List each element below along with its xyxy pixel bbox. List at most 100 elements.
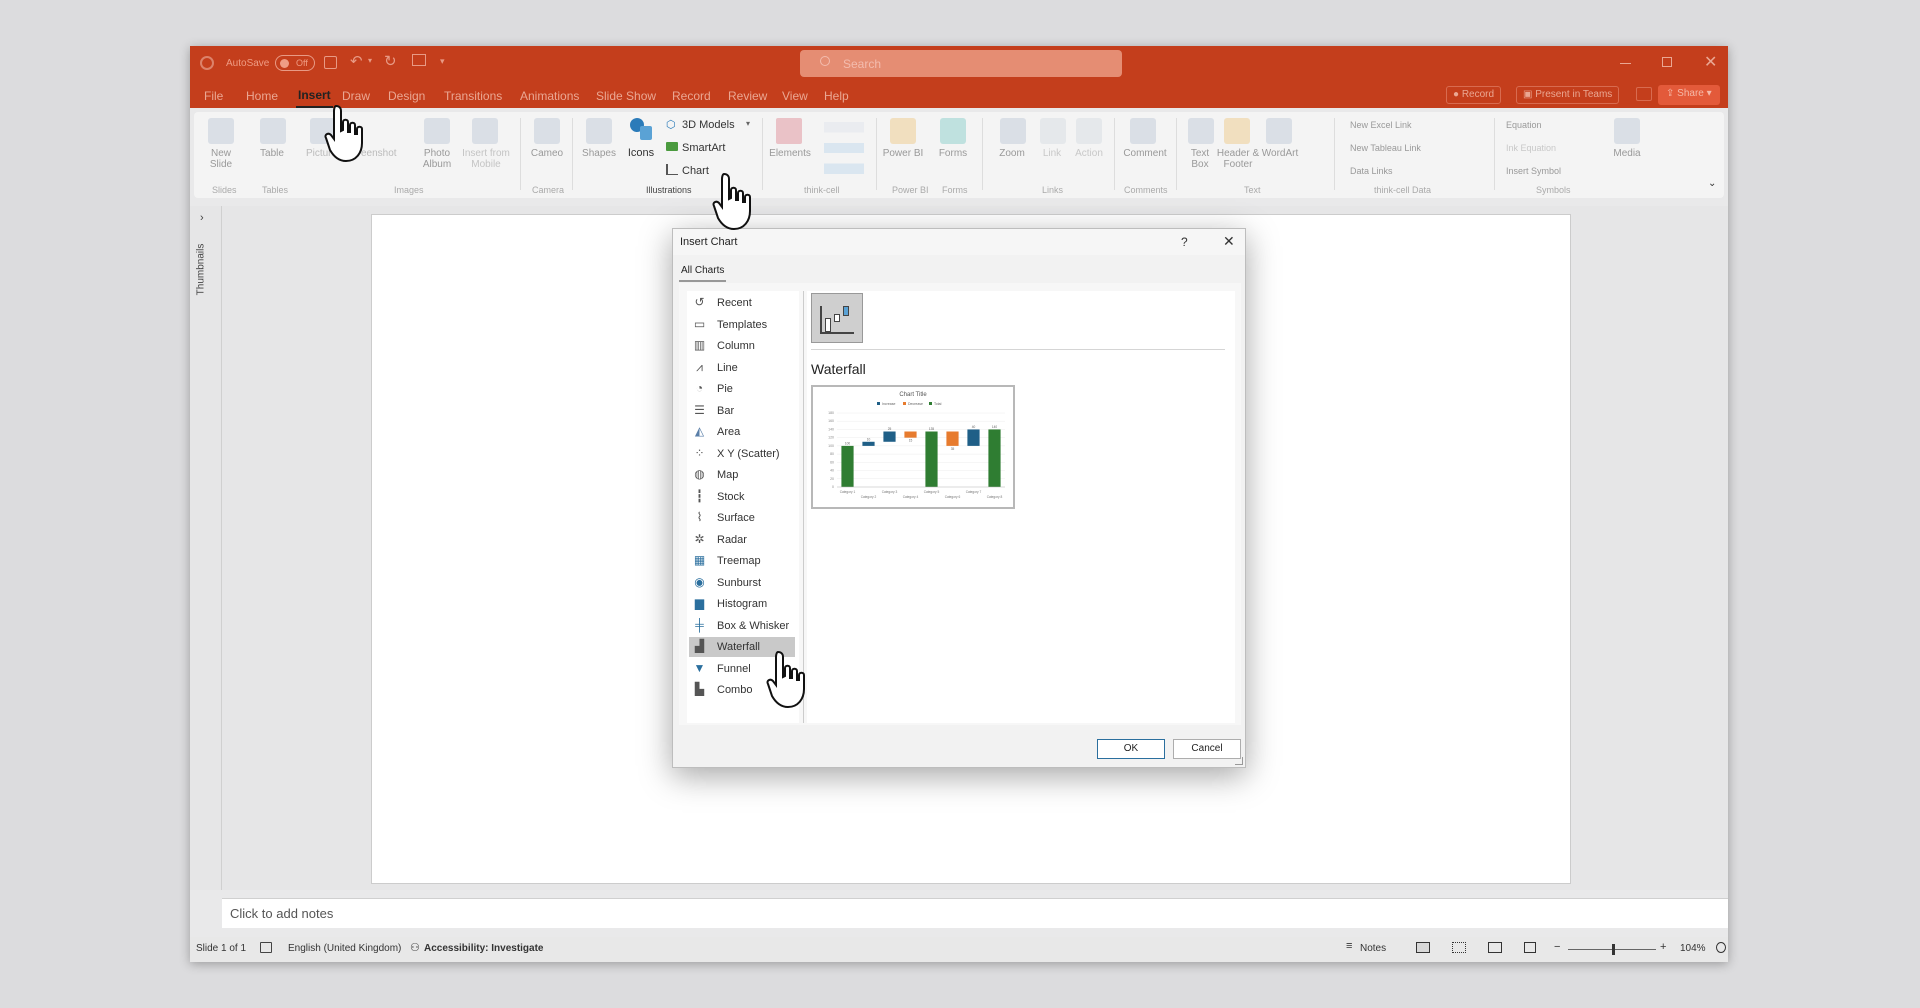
notes-pane[interactable]: Click to add notes bbox=[222, 898, 1728, 928]
maximize-icon[interactable] bbox=[1662, 57, 1672, 67]
insert-from-mobile-button[interactable]: Insert from Mobile bbox=[460, 148, 512, 170]
normal-view-icon[interactable] bbox=[1416, 942, 1430, 953]
share-button[interactable]: ⇪ Share ▾ bbox=[1658, 85, 1720, 105]
chart-type-stock[interactable]: ┇ Stock bbox=[689, 487, 795, 507]
chart-type-box-whisker[interactable]: ╪ Box & Whisker bbox=[689, 616, 795, 636]
chart-type-column[interactable]: ▥ Column bbox=[689, 336, 795, 356]
think-cell-tools-icon[interactable] bbox=[824, 122, 864, 174]
slide-sorter-icon[interactable] bbox=[1452, 942, 1466, 953]
smartart-button[interactable]: SmartArt bbox=[682, 142, 725, 154]
chart-type-surface[interactable]: ⌇ Surface bbox=[689, 508, 795, 528]
zoom-level[interactable]: 104% bbox=[1680, 943, 1706, 954]
ink-equation-button[interactable]: Ink Equation bbox=[1506, 143, 1556, 153]
shapes-button[interactable]: Shapes bbox=[578, 148, 620, 159]
header-footer-button[interactable]: Header & Footer bbox=[1216, 148, 1260, 170]
chart-type-bar[interactable]: ☰ Bar bbox=[689, 401, 795, 421]
tab-review[interactable]: Review bbox=[728, 89, 767, 103]
insert-symbol-button[interactable]: Insert Symbol bbox=[1506, 166, 1561, 176]
chart-type-scatter[interactable]: ⁘ X Y (Scatter) bbox=[689, 444, 795, 464]
new-excel-link-button[interactable]: New Excel Link bbox=[1350, 120, 1412, 130]
accessibility-icon[interactable]: ⚇ bbox=[410, 941, 420, 954]
tab-design[interactable]: Design bbox=[388, 89, 425, 103]
redo-icon[interactable]: ↻ bbox=[384, 52, 397, 70]
3d-models-dropdown-icon[interactable]: ▾ bbox=[746, 119, 750, 128]
zoom-out-icon[interactable]: − bbox=[1554, 941, 1560, 953]
resize-grip-icon[interactable] bbox=[1235, 757, 1243, 765]
thumbnails-label[interactable]: Thumbnails bbox=[195, 244, 206, 296]
wordart-button[interactable]: WordArt bbox=[1260, 148, 1300, 159]
chart-type-histogram[interactable]: ▆ Histogram bbox=[689, 594, 795, 614]
table-button[interactable]: Table bbox=[252, 148, 292, 159]
fit-slide-icon[interactable] bbox=[1716, 942, 1726, 953]
help-button[interactable]: ? bbox=[1181, 235, 1188, 249]
close-window-icon[interactable]: ✕ bbox=[1704, 52, 1717, 72]
undo-dropdown-icon[interactable]: ▾ bbox=[368, 56, 372, 65]
collapse-ribbon-icon[interactable]: ⌄ bbox=[1708, 178, 1716, 189]
ok-button[interactable]: OK bbox=[1097, 739, 1165, 759]
text-box-button[interactable]: Text Box bbox=[1184, 148, 1216, 170]
tab-animations[interactable]: Animations bbox=[520, 89, 579, 103]
elements-button[interactable]: Elements bbox=[768, 148, 812, 159]
forms-button[interactable]: Forms bbox=[932, 148, 974, 159]
action-button[interactable]: Action bbox=[1070, 148, 1108, 159]
present-from-start-icon[interactable] bbox=[412, 54, 426, 66]
accessibility-status[interactable]: Accessibility: Investigate bbox=[424, 943, 544, 954]
close-dialog-icon[interactable]: ✕ bbox=[1223, 233, 1235, 250]
chart-type-recent[interactable]: ↺ Recent bbox=[689, 293, 795, 313]
zoom-button[interactable]: Zoom bbox=[990, 148, 1034, 159]
expand-thumbnails-icon[interactable]: › bbox=[200, 212, 204, 224]
customize-toolbar-icon[interactable]: ▾ bbox=[440, 56, 445, 67]
new-slide-button[interactable]: New Slide bbox=[202, 148, 240, 170]
tab-view[interactable]: View bbox=[782, 89, 808, 103]
record-button[interactable]: ● Record bbox=[1446, 86, 1502, 104]
chart-type-pie[interactable]: ◔ Pie bbox=[689, 379, 795, 399]
minimize-icon[interactable] bbox=[1620, 63, 1631, 64]
tab-draw[interactable]: Draw bbox=[342, 89, 370, 103]
reading-view-icon[interactable] bbox=[1488, 942, 1502, 953]
media-button[interactable]: Media bbox=[1606, 148, 1648, 159]
comment-button[interactable]: Comment bbox=[1120, 148, 1170, 159]
notes-toggle-icon[interactable]: ≡ bbox=[1346, 940, 1352, 952]
new-tableau-link-button[interactable]: New Tableau Link bbox=[1350, 143, 1421, 153]
chart-type-treemap[interactable]: ▦ Treemap bbox=[689, 551, 795, 571]
chart-type-sunburst[interactable]: ◉ Sunburst bbox=[689, 573, 795, 593]
cancel-button[interactable]: Cancel bbox=[1173, 739, 1241, 759]
cameo-button[interactable]: Cameo bbox=[526, 148, 568, 159]
chart-type-line[interactable]: ⩘ Line bbox=[689, 358, 795, 378]
tab-record[interactable]: Record bbox=[672, 89, 711, 103]
chart-type-area[interactable]: ◭ Area bbox=[689, 422, 795, 442]
zoom-in-icon[interactable]: + bbox=[1660, 941, 1666, 953]
data-links-button[interactable]: Data Links bbox=[1350, 166, 1393, 176]
ribbon-separator bbox=[1176, 118, 1177, 190]
notes-toggle-button[interactable]: Notes bbox=[1360, 943, 1386, 954]
language-status[interactable]: English (United Kingdom) bbox=[288, 943, 401, 954]
preview-tick-label: 120 bbox=[828, 436, 834, 440]
autosave-toggle[interactable]: Off bbox=[275, 55, 315, 71]
zoom-slider-thumb[interactable] bbox=[1612, 944, 1615, 955]
chart-button[interactable]: Chart bbox=[682, 165, 709, 177]
link-button[interactable]: Link bbox=[1034, 148, 1070, 159]
present-in-teams-button[interactable]: ▣ Present in Teams bbox=[1516, 86, 1620, 104]
chart-type-map[interactable]: ◍ Map bbox=[689, 465, 795, 485]
equation-button[interactable]: Equation bbox=[1506, 120, 1542, 130]
search-box[interactable]: Search bbox=[800, 50, 1122, 77]
tab-all-charts[interactable]: All Charts bbox=[679, 261, 727, 282]
power-bi-button[interactable]: Power BI bbox=[882, 148, 924, 159]
icons-button[interactable]: Icons bbox=[624, 148, 658, 159]
tab-file[interactable]: File bbox=[204, 89, 223, 103]
undo-icon[interactable]: ↶ bbox=[350, 52, 363, 70]
3d-models-button[interactable]: 3D Models bbox=[682, 119, 735, 131]
tab-help[interactable]: Help bbox=[824, 89, 849, 103]
tab-home[interactable]: Home bbox=[246, 89, 278, 103]
chart-type-radar[interactable]: ✲ Radar bbox=[689, 530, 795, 550]
save-icon[interactable] bbox=[324, 56, 337, 69]
chart-type-templates[interactable]: ▭ Templates bbox=[689, 315, 795, 335]
spelling-icon[interactable] bbox=[260, 942, 272, 953]
photo-album-button[interactable]: Photo Album bbox=[416, 148, 458, 170]
comments-icon[interactable] bbox=[1636, 87, 1652, 101]
waterfall-subtype-thumbnail[interactable] bbox=[811, 293, 863, 343]
tab-slide-show[interactable]: Slide Show bbox=[596, 89, 656, 103]
chart-preview[interactable]: Chart Title Increase Decrease Total 0 20 40 60 8… bbox=[811, 385, 1015, 509]
tab-transitions[interactable]: Transitions bbox=[444, 89, 502, 103]
slideshow-view-icon[interactable] bbox=[1524, 942, 1536, 953]
